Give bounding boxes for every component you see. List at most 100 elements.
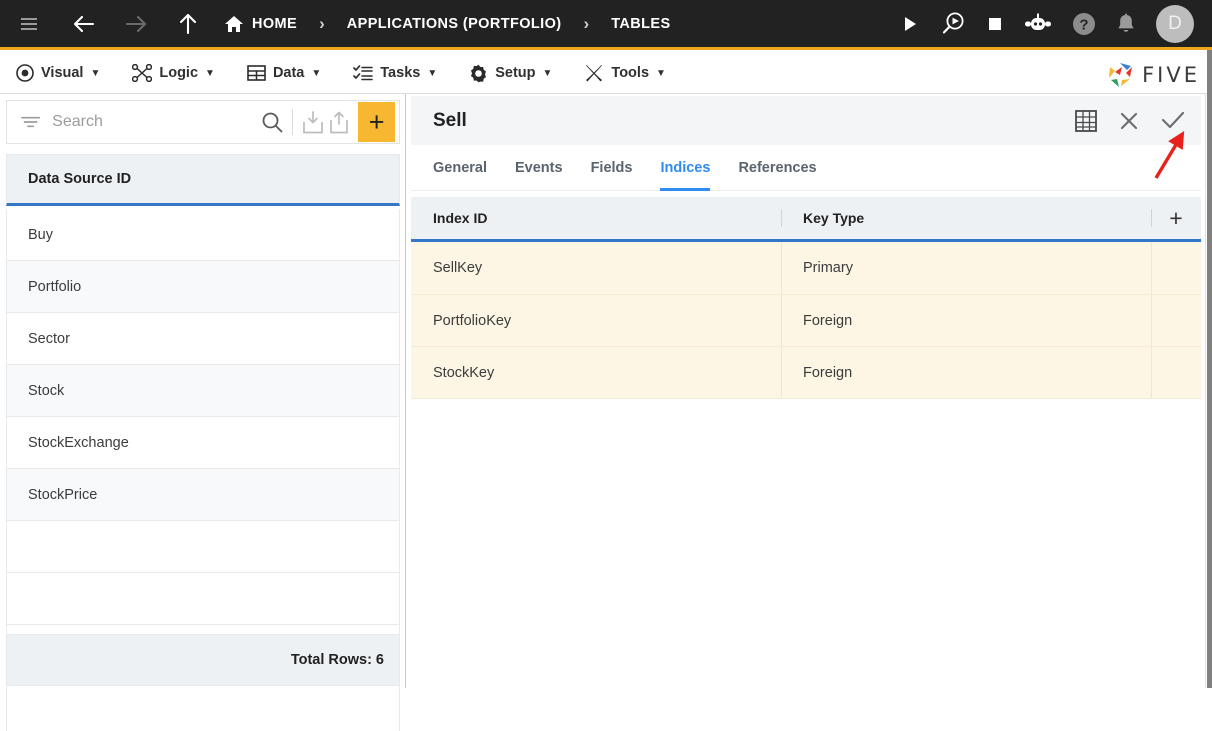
- toolbar-divider: [292, 109, 294, 135]
- search-button[interactable]: [259, 107, 285, 137]
- export-icon: [330, 111, 349, 133]
- table-row[interactable]: PortfolioKey Foreign: [411, 294, 1201, 346]
- chevron-down-icon: ▼: [542, 67, 553, 79]
- up-button[interactable]: [162, 0, 214, 49]
- total-rows-footer: Total Rows: 6: [6, 634, 400, 686]
- breadcrumb-item-tables[interactable]: TABLES: [611, 16, 670, 32]
- tab-general[interactable]: General: [433, 145, 487, 191]
- cell-key-type: Primary: [781, 242, 1151, 294]
- chevron-down-icon: ▼: [90, 67, 101, 79]
- cell-index-id: StockKey: [433, 364, 495, 381]
- list-item-label: Stock: [28, 382, 65, 399]
- save-check-icon: [1161, 111, 1185, 128]
- stop-button[interactable]: [986, 15, 1004, 33]
- menu-setup-label: Setup: [495, 65, 536, 81]
- menu-tasks-label: Tasks: [380, 65, 421, 81]
- breadcrumb-separator-2: ›: [583, 13, 590, 33]
- back-arrow-icon: [73, 15, 95, 32]
- plus-icon: +: [1169, 204, 1183, 231]
- tab-indices[interactable]: Indices: [660, 145, 710, 191]
- menu-tools[interactable]: Tools ▼: [568, 53, 682, 94]
- window-scrollbar[interactable]: [1207, 50, 1212, 688]
- list-item-label: Buy: [28, 226, 53, 243]
- import-button[interactable]: [300, 107, 326, 137]
- add-data-source-button[interactable]: +: [358, 102, 395, 142]
- indices-grid-body: SellKey Primary PortfolioKey Foreign Sto…: [411, 242, 1201, 683]
- menu-logic[interactable]: Logic ▼: [116, 53, 231, 94]
- run-button[interactable]: [900, 14, 920, 34]
- search-icon: [262, 112, 283, 133]
- menu-visual-label: Visual: [41, 65, 84, 81]
- column-header-key-type-label: Key Type: [803, 210, 865, 226]
- tab-fields[interactable]: Fields: [591, 145, 633, 191]
- tab-references[interactable]: References: [738, 145, 816, 191]
- gear-icon: [471, 64, 487, 82]
- data-source-id-header-label: Data Source ID: [28, 171, 132, 187]
- back-button[interactable]: [58, 0, 110, 49]
- list-item[interactable]: Portfolio: [7, 261, 399, 313]
- table-detail-panel: Sell General Events Fields Indices Refer…: [407, 94, 1205, 688]
- plus-icon: +: [368, 106, 385, 137]
- table-icon: [247, 65, 266, 81]
- menu-visual[interactable]: Visual ▼: [0, 53, 116, 94]
- list-item[interactable]: Stock: [7, 365, 399, 417]
- list-item[interactable]: StockPrice: [7, 469, 399, 521]
- help-button[interactable]: ?: [1072, 12, 1096, 36]
- robot-icon: [1025, 13, 1051, 30]
- assistant-button[interactable]: [1024, 13, 1052, 35]
- menu-data[interactable]: Data ▼: [231, 53, 337, 94]
- list-item-label: StockExchange: [28, 434, 129, 451]
- grid-view-button[interactable]: [1073, 108, 1099, 134]
- top-navigation-bar: HOME › APPLICATIONS (PORTFOLIO) › TABLES: [0, 0, 1212, 50]
- tab-events[interactable]: Events: [515, 145, 563, 191]
- up-arrow-icon: [179, 13, 197, 34]
- debug-button[interactable]: [940, 11, 966, 37]
- notifications-button[interactable]: [1116, 13, 1136, 35]
- tab-events-label: Events: [515, 159, 563, 176]
- chevron-down-icon: ▼: [427, 67, 438, 79]
- forward-button[interactable]: [110, 0, 162, 49]
- svg-text:?: ?: [1079, 16, 1088, 33]
- nodes-icon: [132, 64, 153, 82]
- menu-tasks[interactable]: Tasks ▼: [337, 53, 453, 94]
- grid-view-icon: [1075, 109, 1097, 132]
- list-item[interactable]: Sector: [7, 313, 399, 365]
- list-item-label: StockPrice: [28, 486, 98, 503]
- list-empty-row: [7, 573, 399, 625]
- cell-actions: [1151, 295, 1201, 346]
- add-index-button[interactable]: +: [1151, 197, 1201, 239]
- help-icon: ?: [1073, 12, 1095, 35]
- chevron-down-icon: ▼: [205, 67, 215, 79]
- application-menu-bar: Visual ▼ Logic ▼ Data ▼ Tasks ▼ Setup ▼ …: [0, 53, 1212, 94]
- list-item[interactable]: StockExchange: [7, 417, 399, 469]
- home-icon: [225, 15, 243, 32]
- menu-setup[interactable]: Setup ▼: [453, 53, 568, 94]
- hamburger-icon: [21, 17, 37, 30]
- column-header-index-id[interactable]: Index ID: [411, 197, 781, 239]
- column-header-key-type[interactable]: Key Type: [781, 197, 1151, 239]
- search-input[interactable]: [46, 113, 260, 131]
- breadcrumb-item-applications[interactable]: APPLICATIONS (PORTFOLIO): [347, 16, 562, 32]
- tools-icon: [586, 64, 603, 81]
- cell-index-id: PortfolioKey: [433, 312, 512, 329]
- bell-icon: [1118, 13, 1134, 32]
- tab-general-label: General: [433, 159, 487, 176]
- export-button[interactable]: [326, 107, 352, 137]
- user-avatar[interactable]: D: [1156, 4, 1194, 43]
- filter-icon[interactable]: [21, 114, 41, 130]
- breadcrumb-label-home: HOME: [252, 15, 298, 32]
- hamburger-menu-button[interactable]: [0, 0, 58, 49]
- five-brand-text: FIVE: [1142, 63, 1200, 87]
- breadcrumb-item-home[interactable]: HOME: [224, 15, 297, 33]
- table-row[interactable]: StockKey Foreign: [411, 346, 1201, 398]
- indices-grid-header: Index ID Key Type +: [411, 197, 1201, 242]
- table-row[interactable]: SellKey Primary: [411, 242, 1201, 294]
- save-button[interactable]: [1159, 108, 1187, 134]
- page-title: Sell: [433, 109, 467, 131]
- tab-fields-label: Fields: [590, 159, 633, 176]
- list-item[interactable]: Buy: [7, 209, 399, 261]
- close-button[interactable]: [1117, 109, 1141, 133]
- checklist-icon: [353, 65, 374, 81]
- detail-tabs: General Events Fields Indices References: [411, 145, 1201, 191]
- forward-arrow-icon: [125, 15, 147, 32]
